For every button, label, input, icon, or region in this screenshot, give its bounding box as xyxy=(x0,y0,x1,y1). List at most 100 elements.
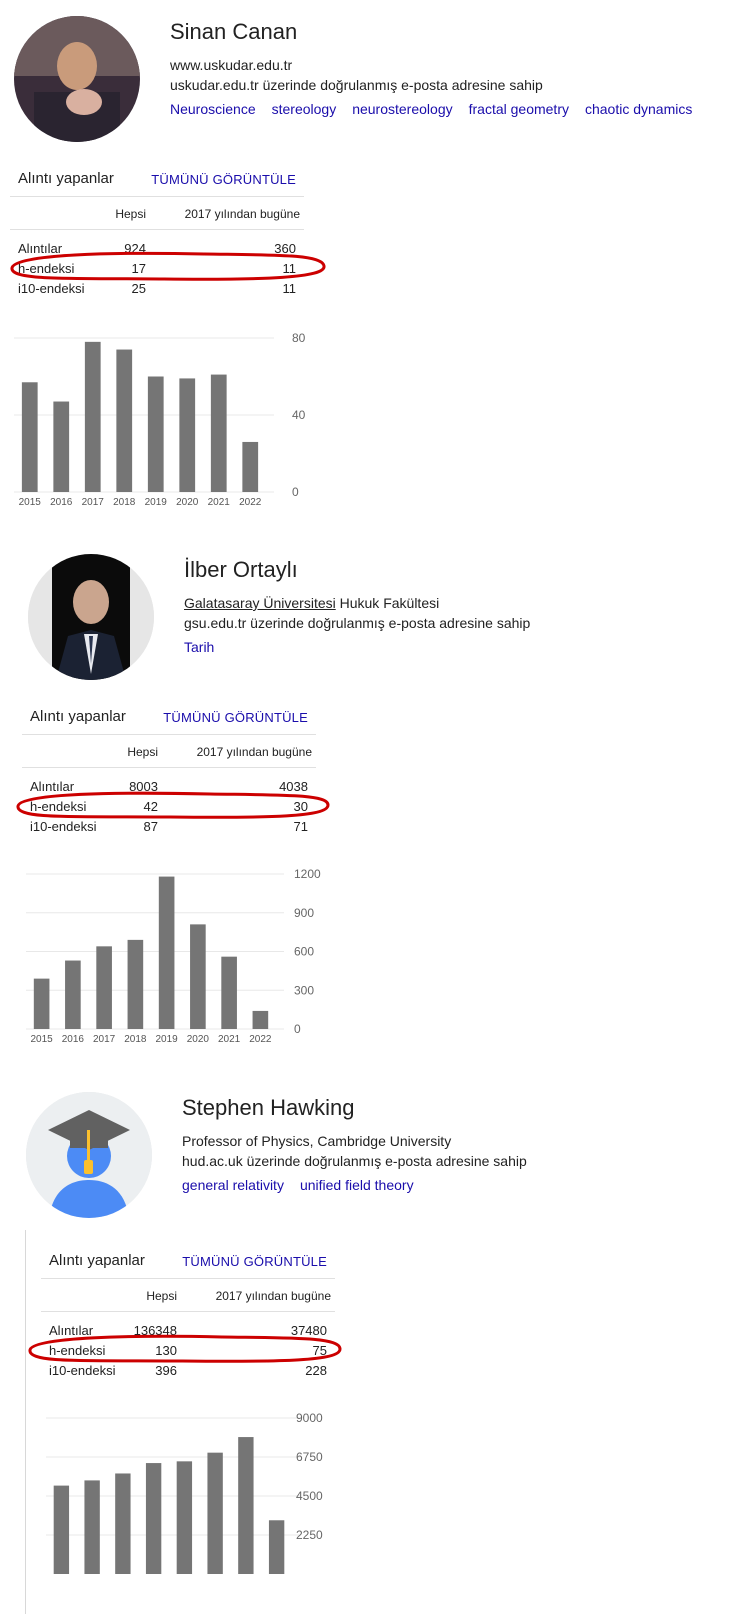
row-label: h-endeksi xyxy=(18,261,75,276)
view-all-link[interactable]: TÜMÜNÜ GÖRÜNTÜLE xyxy=(151,172,296,187)
x-tick-label: 2021 xyxy=(208,497,231,508)
avatar-photo xyxy=(14,16,140,142)
x-tick-label: 2018 xyxy=(124,1034,147,1045)
avatar[interactable] xyxy=(14,16,140,142)
profile-name[interactable]: Sinan Canan xyxy=(170,19,297,45)
row-since: 30 xyxy=(293,799,308,814)
table-row: i10-endeksi 25 11 xyxy=(10,278,304,298)
col-since-header: 2017 yılından bugüne xyxy=(184,207,300,221)
tag-neurostereology[interactable]: neurostereology xyxy=(352,101,452,117)
y-tick-label: 40 xyxy=(292,408,306,422)
table-row: Alıntılar 924 360 xyxy=(10,238,304,258)
tag-stereology[interactable]: stereology xyxy=(272,101,337,117)
bar xyxy=(207,1452,223,1574)
row-since: 360 xyxy=(274,241,296,256)
avatar-photo xyxy=(28,554,154,680)
bar xyxy=(210,374,227,492)
col-since-header: 2017 yılından bugüne xyxy=(215,1289,331,1303)
tag-neuroscience[interactable]: Neuroscience xyxy=(170,101,256,117)
y-tick-label: 80 xyxy=(292,331,306,345)
profile-name[interactable]: Stephen Hawking xyxy=(182,1095,354,1121)
affiliation-link[interactable]: Galatasaray Üniversitesi xyxy=(184,595,336,611)
tag-unified-field-theory[interactable]: unified field theory xyxy=(300,1177,414,1193)
col-all-header: Hepsi xyxy=(127,745,158,759)
x-tick-label: 2016 xyxy=(62,1034,85,1045)
profile-name[interactable]: İlber Ortaylı xyxy=(184,557,298,583)
avatar[interactable] xyxy=(28,554,154,680)
affiliation-rest: Hukuk Fakültesi xyxy=(335,595,440,611)
x-tick-label: 2016 xyxy=(50,497,73,508)
row-all: 17 xyxy=(131,261,146,276)
y-tick-label: 0 xyxy=(292,485,299,499)
homepage-url[interactable]: www.uskudar.edu.tr xyxy=(170,57,292,73)
verified-email-text: gsu.edu.tr üzerinde doğrulanmış e-posta … xyxy=(184,615,531,631)
table-row: i10-endeksi 396 228 xyxy=(41,1360,335,1380)
table-row: h-endeksi 17 11 xyxy=(10,258,304,278)
bar xyxy=(158,876,175,1029)
x-tick-label: 2019 xyxy=(156,1034,179,1045)
cited-by-title: Alıntı yapanlar xyxy=(30,708,126,725)
y-tick-label: 300 xyxy=(294,983,314,997)
cited-by-title: Alıntı yapanlar xyxy=(18,170,114,187)
tag-fractal-geometry[interactable]: fractal geometry xyxy=(469,101,569,117)
x-tick-label: 2017 xyxy=(93,1034,116,1045)
citations-chart: 0 40 80 2015 2016 2017 2018 2019 2020 2021 2022 xyxy=(14,331,306,508)
row-label: Alıntılar xyxy=(18,241,63,256)
x-tick-label: 2022 xyxy=(249,1034,272,1045)
tag-chaotic-dynamics[interactable]: chaotic dynamics xyxy=(585,101,692,117)
y-tick-label: 0 xyxy=(294,1022,301,1036)
row-label: i10-endeksi xyxy=(49,1363,116,1378)
cited-by-panel: Alıntı yapanlar TÜMÜNÜ GÖRÜNTÜLE Hepsi 2… xyxy=(22,700,316,836)
view-all-link[interactable]: TÜMÜNÜ GÖRÜNTÜLE xyxy=(182,1254,327,1269)
row-since: 4038 xyxy=(279,779,308,794)
row-since: 228 xyxy=(305,1363,327,1378)
x-tick-label: 2019 xyxy=(145,497,168,508)
row-all: 25 xyxy=(131,281,146,296)
interest-tags: general relativity unified field theory xyxy=(182,1177,430,1193)
row-label: Alıntılar xyxy=(30,779,75,794)
bar xyxy=(268,1520,285,1574)
row-since: 75 xyxy=(312,1343,327,1358)
tag-general-relativity[interactable]: general relativity xyxy=(182,1177,284,1193)
row-label: h-endeksi xyxy=(49,1343,106,1358)
table-row: h-endeksi 130 75 xyxy=(41,1340,335,1360)
x-tick-label: 2018 xyxy=(113,497,136,508)
panel-left-border xyxy=(25,1230,26,1614)
bar xyxy=(221,956,237,1029)
row-since: 71 xyxy=(293,819,308,834)
y-tick-label: 600 xyxy=(294,945,314,959)
row-all: 87 xyxy=(143,819,158,834)
tag-tarih[interactable]: Tarih xyxy=(184,639,214,655)
table-row: Alıntılar 136348 37480 xyxy=(41,1320,335,1340)
row-label: h-endeksi xyxy=(30,799,87,814)
bar xyxy=(33,978,50,1029)
bar xyxy=(96,946,112,1029)
bar xyxy=(145,1463,162,1574)
row-label: i10-endeksi xyxy=(18,281,85,296)
bar xyxy=(190,924,206,1029)
avatar-placeholder-icon xyxy=(26,1092,152,1218)
y-tick-label: 2250 xyxy=(296,1528,323,1542)
bar xyxy=(242,441,259,492)
x-tick-label: 2020 xyxy=(176,497,199,508)
row-since: 37480 xyxy=(290,1323,327,1338)
x-tick-label: 2021 xyxy=(218,1034,241,1045)
y-tick-label: 9000 xyxy=(296,1411,323,1425)
row-all: 8003 xyxy=(129,779,158,794)
view-all-link[interactable]: TÜMÜNÜ GÖRÜNTÜLE xyxy=(163,710,308,725)
row-all: 130 xyxy=(155,1343,177,1358)
interest-tags: Neuroscience stereology neurostereology fra… xyxy=(170,101,708,117)
bar xyxy=(21,382,38,492)
col-all-header: Hepsi xyxy=(146,1289,177,1303)
row-all: 136348 xyxy=(133,1323,177,1338)
x-tick-label: 2017 xyxy=(82,497,105,508)
citations-chart: 0 300 600 900 1200 2015 2016 2017 2018 2019 2020 20… xyxy=(26,867,321,1045)
bar xyxy=(65,960,81,1029)
bar xyxy=(116,349,133,492)
bar xyxy=(53,401,70,492)
avatar[interactable] xyxy=(26,1092,152,1218)
table-row: h-endeksi 42 30 xyxy=(22,796,316,816)
x-tick-label: 2015 xyxy=(19,497,42,508)
bar xyxy=(176,1461,193,1574)
y-tick-label: 900 xyxy=(294,906,314,920)
